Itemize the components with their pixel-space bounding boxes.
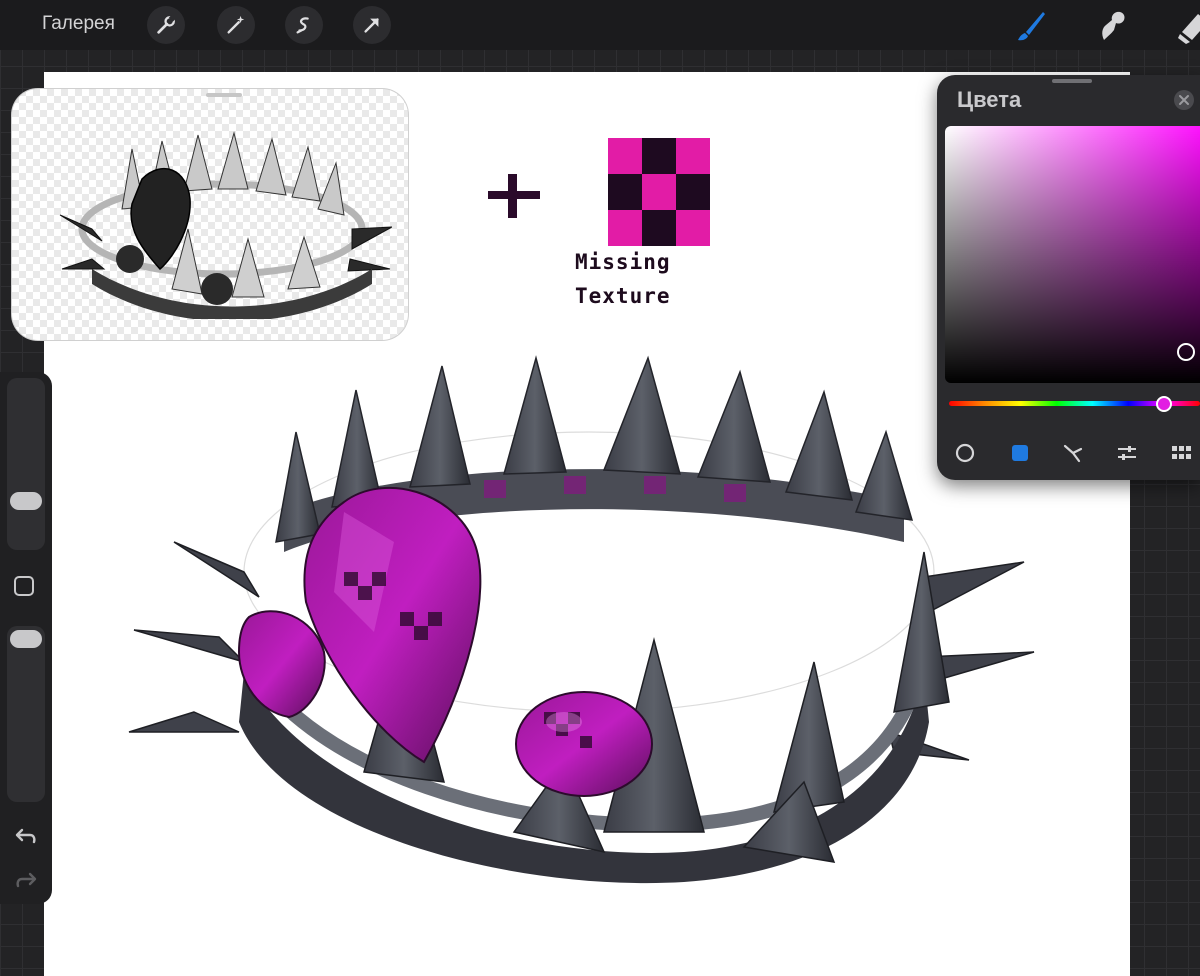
reference-crown-image <box>59 131 392 319</box>
tab-disc[interactable] <box>953 441 977 465</box>
selection-icon <box>296 17 309 34</box>
reference-window[interactable] <box>12 89 408 340</box>
colors-panel-title: Цвета <box>957 87 1022 112</box>
tab-palettes[interactable] <box>1169 441 1193 465</box>
left-sidebar <box>0 372 52 904</box>
top-toolbar: Галерея <box>0 0 1200 50</box>
tab-harmony[interactable] <box>1061 441 1085 465</box>
adjustments-button[interactable] <box>217 6 255 44</box>
missing-texture-line2: Texture <box>575 284 671 308</box>
modify-button[interactable] <box>14 576 34 596</box>
brush-tool-button[interactable] <box>1010 6 1050 46</box>
smudge-icon <box>1102 11 1125 40</box>
plus-sign <box>488 174 540 218</box>
harmony-icon <box>1063 444 1083 463</box>
magic-wand-icon <box>227 15 245 34</box>
close-icon <box>1179 95 1189 105</box>
opacity-slider[interactable] <box>7 626 45 802</box>
palettes-icon <box>1172 446 1191 459</box>
brush-icon <box>1018 12 1045 41</box>
value-icon <box>1118 446 1136 460</box>
missing-texture-line1: Missing <box>575 250 671 274</box>
transform-arrow-icon <box>364 18 379 33</box>
classic-icon <box>1012 445 1028 461</box>
redo-icon[interactable] <box>14 868 38 892</box>
actions-button[interactable] <box>147 6 185 44</box>
brush-size-slider[interactable] <box>7 378 45 550</box>
transform-button[interactable] <box>353 6 391 44</box>
colors-panel: Цвета <box>937 75 1200 480</box>
missing-texture-checker <box>608 138 710 246</box>
wrench-icon <box>157 14 176 34</box>
smudge-tool-button[interactable] <box>1092 6 1132 46</box>
tab-value[interactable] <box>1115 441 1139 465</box>
colors-close-button[interactable] <box>1174 90 1194 110</box>
eraser-icon <box>1178 14 1200 44</box>
eraser-tool-button[interactable] <box>1168 6 1200 46</box>
reference-drag-handle[interactable] <box>206 93 242 97</box>
saturation-brightness-square[interactable] <box>945 126 1200 383</box>
undo-icon[interactable] <box>14 824 38 848</box>
tab-classic[interactable] <box>1008 441 1032 465</box>
brush-size-thumb[interactable] <box>10 492 42 510</box>
gallery-button[interactable]: Галерея <box>42 13 115 35</box>
selection-button[interactable] <box>285 6 323 44</box>
colors-drag-handle[interactable] <box>1052 79 1092 83</box>
hue-slider-thumb[interactable] <box>1156 396 1172 412</box>
color-picker-ring[interactable] <box>1177 343 1195 361</box>
opacity-thumb[interactable] <box>10 630 42 648</box>
disc-icon <box>955 443 975 463</box>
